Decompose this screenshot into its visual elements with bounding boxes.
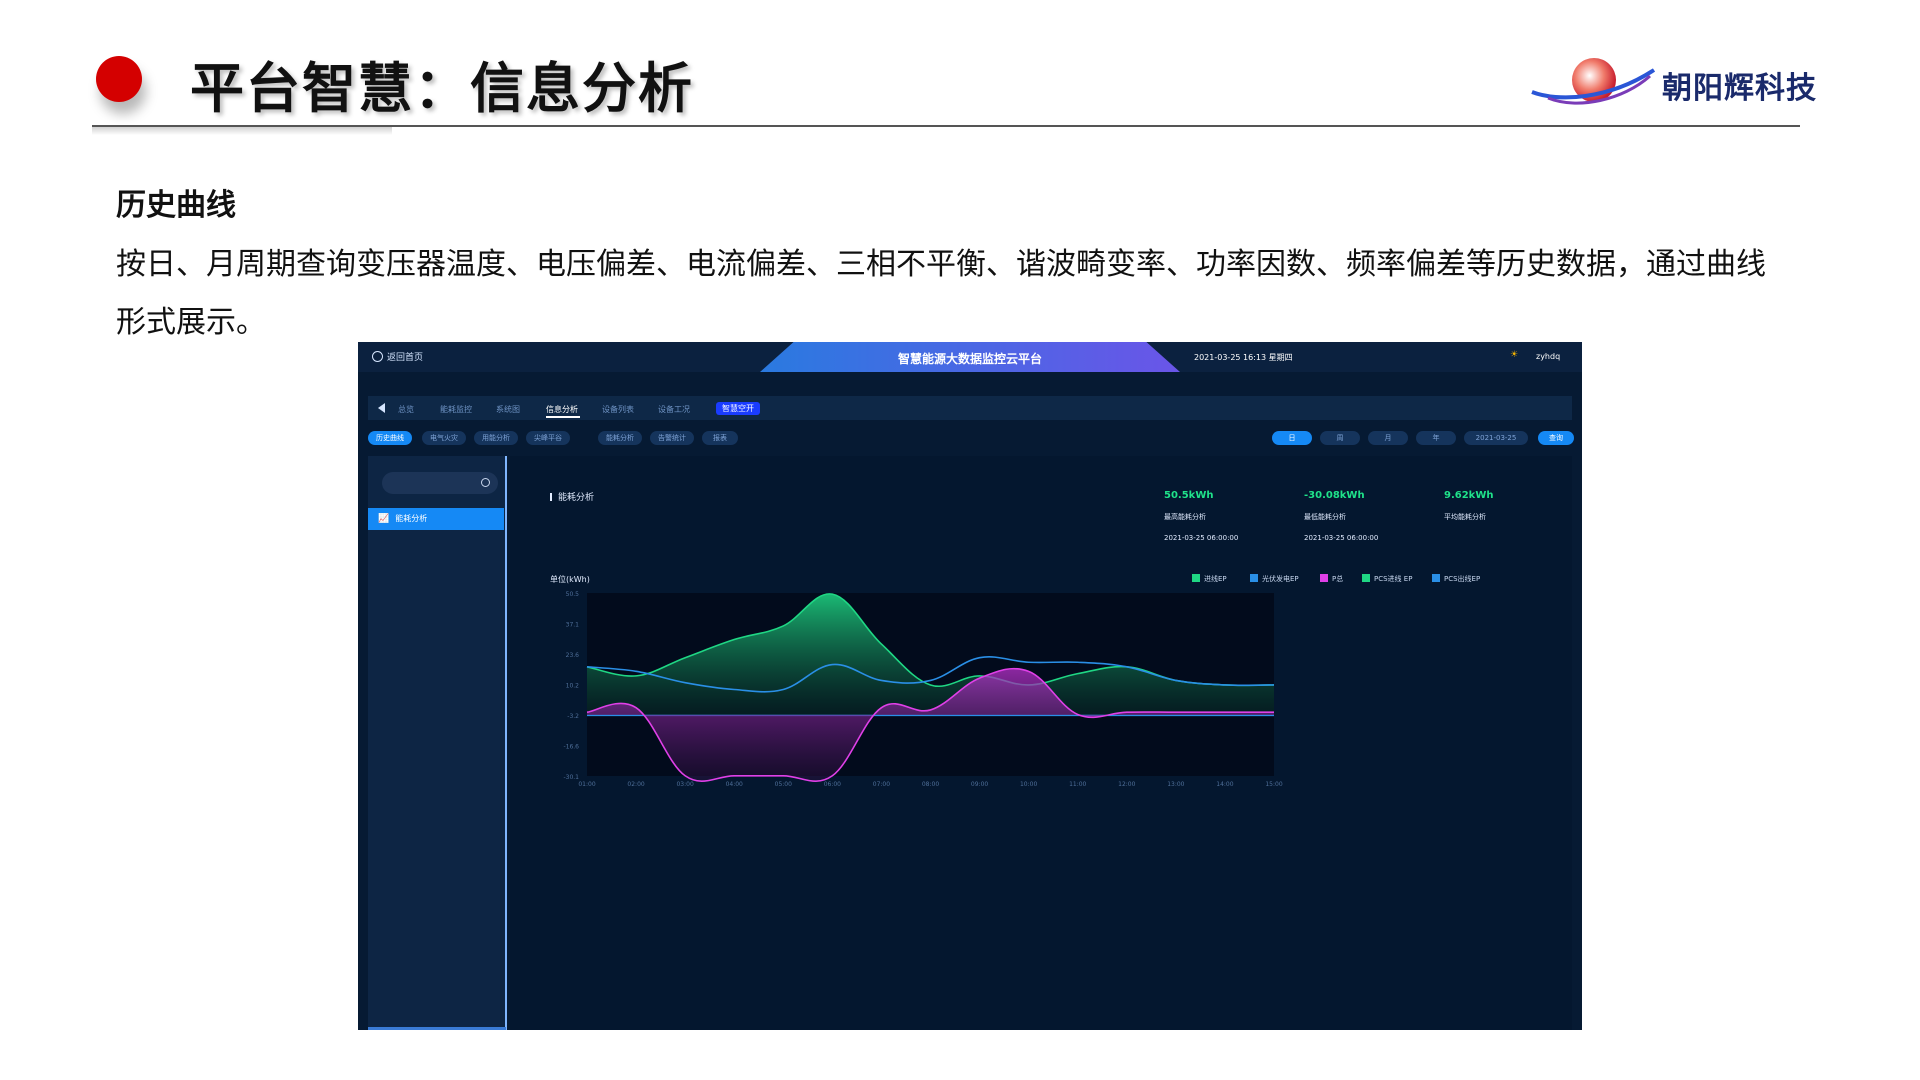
subtab-electrical-fire[interactable]: 电气火灾 xyxy=(422,431,466,445)
x-tick-label: 15:00 xyxy=(1265,781,1282,788)
search-icon xyxy=(481,478,490,487)
nav-energy-monitor[interactable]: 能耗监控 xyxy=(440,404,472,415)
nav-info-analysis[interactable]: 信息分析 xyxy=(546,404,578,415)
section-description: 按日、月周期查询变压器温度、电压偏差、电流偏差、三相不平衡、谐波畸变率、功率因数… xyxy=(116,247,1766,340)
nav-device-list[interactable]: 设备列表 xyxy=(602,404,634,415)
platform-title: 智慧能源大数据监控云平台 xyxy=(897,352,1042,366)
period-day-button[interactable]: 日 xyxy=(1272,431,1312,445)
nav-back-arrow-icon[interactable] xyxy=(378,403,385,413)
sun-icon: ☀ xyxy=(1510,350,1519,360)
x-tick-label: 12:00 xyxy=(1118,781,1135,788)
y-tick-label: -3.2 xyxy=(567,713,579,720)
username[interactable]: zyhdq xyxy=(1536,352,1560,361)
company-name: 朝阳辉科技 xyxy=(1662,71,1817,106)
power-icon xyxy=(372,351,383,362)
back-home-label: 返回首页 xyxy=(387,353,424,363)
sidebar-item-label: 能耗分析 xyxy=(395,514,428,523)
back-home-button[interactable]: 返回首页 xyxy=(372,350,423,363)
y-tick-label: 10.2 xyxy=(566,683,580,690)
x-tick-label: 02:00 xyxy=(627,781,644,788)
header-divider-shadow xyxy=(92,127,392,135)
subtab-energy-usage[interactable]: 用能分析 xyxy=(474,431,518,445)
page-title: 平台智慧：信息分析 xyxy=(190,57,694,120)
y-tick-label: -30.1 xyxy=(563,774,579,781)
history-chart: 50.5 37.1 23.6 10.2 -3.2 -16.6 -30.1 01:00 02:0… xyxy=(563,591,1282,788)
x-tick-label: 07:00 xyxy=(873,781,890,788)
sidebar-search-input[interactable] xyxy=(382,472,498,494)
section-heading: 历史曲线 xyxy=(116,188,236,223)
sidebar: 📈 能耗分析 xyxy=(368,456,506,1030)
date-picker[interactable]: 2021-03-25 xyxy=(1464,431,1528,445)
datetime-display: 2021-03-25 16:13 星期四 xyxy=(1194,353,1293,362)
x-tick-label: 13:00 xyxy=(1167,781,1184,788)
sidebar-divider xyxy=(505,456,507,1030)
nav-overview[interactable]: 总览 xyxy=(398,404,414,415)
nav-device-status[interactable]: 设备工况 xyxy=(658,404,690,415)
subtab-peak-valley[interactable]: 尖峰平谷 xyxy=(526,431,570,445)
nav-active-underline xyxy=(546,416,580,418)
subtab-history-curve[interactable]: 历史曲线 xyxy=(368,431,412,445)
app-screenshot: 智慧能源大数据监控云平台 返回首页 2021-03-25 16:13 星期四 ☀… xyxy=(358,342,1582,1030)
sidebar-item-energy-analysis[interactable]: 📈 能耗分析 xyxy=(368,508,504,530)
x-tick-label: 10:00 xyxy=(1020,781,1037,788)
company-logo-icon xyxy=(1531,58,1656,105)
x-tick-label: 09:00 xyxy=(971,781,988,788)
y-tick-label: 50.5 xyxy=(566,591,580,598)
nav-smart-switch[interactable]: 智慧空开 xyxy=(716,402,760,415)
sidebar-scrollbar[interactable] xyxy=(368,1027,506,1030)
x-tick-label: 05:00 xyxy=(775,781,792,788)
nav-system-diagram[interactable]: 系统图 xyxy=(496,404,520,415)
subtab-energy-analysis[interactable]: 能耗分析 xyxy=(598,431,642,445)
x-tick-label: 11:00 xyxy=(1069,781,1086,788)
x-tick-label: 06:00 xyxy=(824,781,841,788)
y-tick-label: 37.1 xyxy=(566,621,580,628)
x-tick-label: 14:00 xyxy=(1216,781,1233,788)
x-tick-label: 03:00 xyxy=(676,781,693,788)
query-button[interactable]: 查询 xyxy=(1538,431,1574,445)
x-tick-label: 01:00 xyxy=(578,781,595,788)
red-bullet-dot xyxy=(96,56,142,102)
analysis-panel: 能耗分析 50.5kWh 最高能耗分析 2021-03-25 06:00:00 … xyxy=(510,456,1572,1030)
y-tick-label: -16.6 xyxy=(563,743,579,750)
x-tick-label: 04:00 xyxy=(726,781,743,788)
period-week-button[interactable]: 周 xyxy=(1320,431,1360,445)
period-year-button[interactable]: 年 xyxy=(1416,431,1456,445)
y-tick-label: 23.6 xyxy=(566,652,580,659)
period-month-button[interactable]: 月 xyxy=(1368,431,1408,445)
subtab-report[interactable]: 报表 xyxy=(702,431,738,445)
x-tick-label: 08:00 xyxy=(922,781,939,788)
subtab-alarm-stats[interactable]: 告警统计 xyxy=(650,431,694,445)
main-nav: 总览 能耗监控 系统图 信息分析 设备列表 设备工况 智慧空开 xyxy=(368,396,1572,420)
line-chart-icon: 📈 xyxy=(378,514,390,524)
